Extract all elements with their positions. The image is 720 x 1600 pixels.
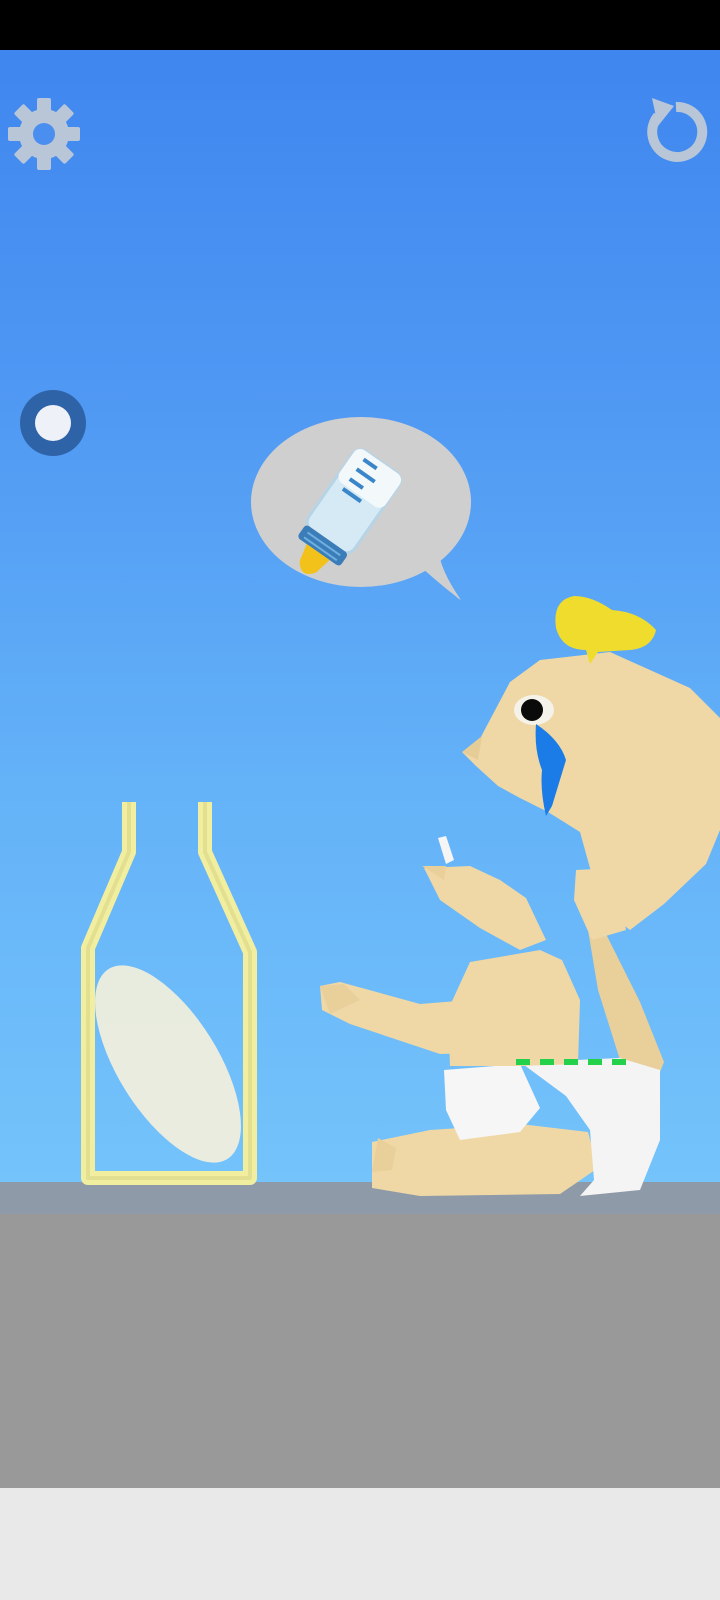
ground-floor: [0, 1214, 720, 1488]
status-bar: [0, 0, 720, 50]
radio-toggle-icon: [20, 390, 86, 456]
navigation-bar: [0, 1488, 720, 1600]
settings-button[interactable]: [4, 94, 84, 174]
toggle-button[interactable]: [18, 388, 88, 458]
gear-icon: [8, 98, 80, 170]
restart-button[interactable]: [638, 94, 714, 170]
ground-edge: [0, 1182, 720, 1214]
restart-icon: [647, 98, 708, 162]
